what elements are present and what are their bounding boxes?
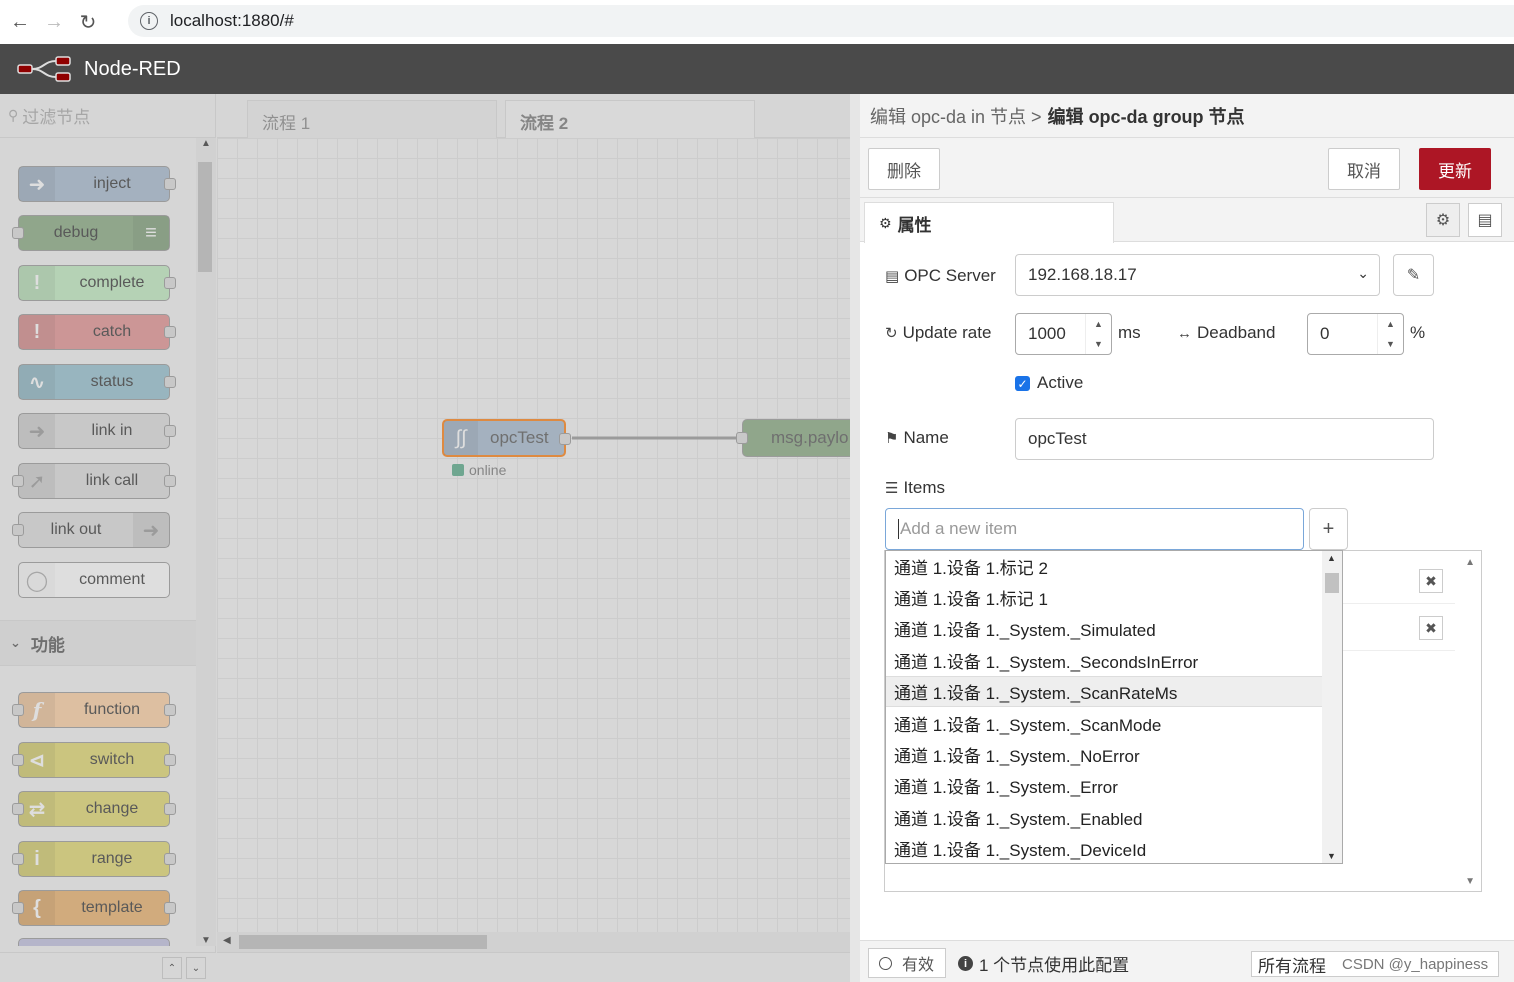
tray-toolbar: 删除 取消 更新 — [860, 138, 1514, 198]
usage-info: i 1 个节点使用此配置 — [958, 951, 1129, 976]
enabled-label: 有效 — [902, 957, 935, 974]
update-button[interactable]: 更新 — [1419, 148, 1491, 190]
update-rate-unit: ms — [1118, 323, 1141, 342]
scroll-up-icon[interactable]: ▲ — [1327, 553, 1336, 563]
spin-down-icon[interactable]: ▼ — [1386, 339, 1395, 349]
usage-text: 1 个节点使用此配置 — [979, 956, 1130, 975]
app-header: Node-RED — [0, 44, 1514, 94]
reload-icon[interactable]: ↻ — [74, 8, 102, 36]
tray-breadcrumb: 编辑 opc-da in 节点 > 编辑 opc-da group 节点 — [860, 94, 1514, 138]
dropdown-option[interactable]: 通道 1.设备 1._System._ScanMode — [886, 708, 1323, 739]
dropdown-option[interactable]: 通道 1.设备 1._System._SecondsInError — [886, 645, 1323, 676]
opc-server-label-text: OPC Server — [904, 266, 996, 285]
arrows-horizontal-icon: ↔ — [1177, 324, 1192, 342]
opc-server-value: 192.168.18.17 — [1028, 265, 1137, 284]
add-item-plus-icon[interactable]: + — [1309, 508, 1348, 550]
deadband-unit: % — [1410, 323, 1426, 342]
active-checkbox[interactable]: ✓ — [1015, 376, 1030, 391]
site-info-icon[interactable]: i — [140, 12, 158, 30]
spin-down-icon[interactable]: ▼ — [1094, 339, 1103, 349]
scope-select[interactable]: 所有流程 CSDN @y_happiness — [1251, 951, 1499, 977]
editor-background: ⚲ 过滤节点 ➜ inject debug ≡ ! complete ! cat… — [0, 94, 862, 982]
scroll-down-icon[interactable]: ▼ — [1327, 851, 1336, 861]
deadband-value: 0 — [1320, 324, 1330, 343]
spin-up-icon[interactable]: ▲ — [1386, 319, 1395, 329]
dropdown-option[interactable]: 通道 1.设备 1._System._Simulated — [886, 613, 1323, 644]
active-label: Active — [1037, 373, 1084, 392]
autocomplete-dropdown: 通道 1.设备 1.标记 2 通道 1.设备 1.标记 1 通道 1.设备 1.… — [885, 550, 1343, 864]
name-label: ⚑ Name — [885, 426, 949, 450]
remove-item-x-icon[interactable]: ✖ — [1419, 616, 1443, 640]
deadband-input[interactable]: 0 ▲ ▼ — [1307, 313, 1404, 355]
remove-item-x-icon[interactable]: ✖ — [1419, 569, 1443, 593]
enabled-toggle[interactable]: 有效 — [868, 948, 946, 978]
deadband-label-text: Deadband — [1197, 323, 1276, 342]
tag-icon: ⚑ — [885, 430, 899, 447]
dropdown-option[interactable]: 通道 1.设备 1._System._DeviceId — [886, 833, 1323, 863]
settings-gear-icon[interactable]: ⚙ — [1426, 203, 1460, 237]
gear-icon: ⚙ — [879, 214, 892, 231]
scroll-up-icon[interactable]: ▲ — [1465, 557, 1475, 568]
delete-button[interactable]: 删除 — [868, 148, 940, 190]
address-bar[interactable]: i localhost:1880/# — [128, 5, 1514, 37]
url-text: localhost:1880/# — [170, 11, 294, 30]
modal-shade — [0, 94, 850, 982]
name-value: opcTest — [1028, 429, 1087, 448]
new-item-input[interactable]: Add a new item — [885, 508, 1304, 550]
back-arrow-icon[interactable]: ← — [6, 8, 34, 36]
list-icon: ☰ — [885, 480, 899, 497]
forward-arrow-icon[interactable]: → — [40, 8, 68, 36]
update-rate-label: ↻ Update rate — [885, 321, 991, 345]
update-rate-value: 1000 — [1028, 324, 1066, 343]
dropdown-scrollbar[interactable]: ▲ ▼ — [1322, 551, 1342, 863]
chevron-down-icon: ⌄ — [1357, 265, 1369, 281]
name-label-text: Name — [903, 428, 949, 447]
tray-footer: 有效 i 1 个节点使用此配置 所有流程 CSDN @y_happiness — [860, 940, 1514, 982]
scope-value: 所有流程 — [1258, 956, 1326, 976]
breadcrumb-current: 编辑 opc-da group 节点 — [1047, 106, 1245, 127]
new-item-placeholder: Add a new item — [900, 519, 1018, 538]
tab-properties[interactable]: ⚙ 属性 — [864, 202, 1114, 243]
items-label-text: Items — [903, 478, 946, 497]
browser-toolbar: ← → ↻ i localhost:1880/# — [0, 0, 1514, 44]
app-title: Node-RED — [84, 57, 181, 80]
dropdown-option-highlighted[interactable]: 通道 1.设备 1._System._ScanRateMs — [886, 676, 1323, 707]
node-red-logo-icon — [17, 56, 71, 82]
update-rate-input[interactable]: 1000 ▲ ▼ — [1015, 313, 1112, 355]
update-rate-spinner[interactable]: ▲ ▼ — [1085, 314, 1111, 354]
spin-up-icon[interactable]: ▲ — [1094, 319, 1103, 329]
breadcrumb-parent[interactable]: 编辑 opc-da in 节点 > — [870, 103, 1042, 129]
name-input[interactable]: opcTest — [1015, 418, 1434, 460]
dropdown-option[interactable]: 通道 1.设备 1._System._Enabled — [886, 802, 1323, 833]
circle-icon — [879, 956, 892, 970]
deadband-label: ↔ Deadband — [1177, 321, 1275, 345]
dropdown-option[interactable]: 通道 1.设备 1.标记 1 — [886, 582, 1323, 613]
opc-server-label: ▤ OPC Server — [885, 264, 996, 288]
tab-properties-label: 属性 — [897, 215, 932, 235]
scrollbar-thumb[interactable] — [1325, 573, 1339, 593]
dropdown-option[interactable]: 通道 1.设备 1._System._Error — [886, 770, 1323, 801]
info-circle-icon: i — [958, 956, 973, 971]
description-doc-icon[interactable]: ▤ — [1468, 203, 1502, 237]
update-rate-label-text: Update rate — [902, 323, 992, 342]
items-label: ☰ Items — [885, 476, 945, 500]
text-cursor — [898, 519, 899, 539]
deadband-spinner[interactable]: ▲ ▼ — [1377, 314, 1403, 354]
edit-server-pencil-icon[interactable]: ✎ — [1393, 254, 1434, 296]
scroll-down-icon[interactable]: ▼ — [1465, 876, 1475, 887]
watermark-text: CSDN @y_happiness — [1342, 955, 1489, 973]
dropdown-option[interactable]: 通道 1.设备 1.标记 2 — [886, 551, 1323, 582]
opc-server-select[interactable]: 192.168.18.17 ⌄ — [1015, 254, 1380, 296]
tray-tabs: ⚙ 属性 ⚙ ▤ — [860, 198, 1514, 243]
cancel-button[interactable]: 取消 — [1328, 148, 1400, 190]
dropdown-option[interactable]: 通道 1.设备 1._System._NoError — [886, 739, 1323, 770]
server-icon: ▤ — [885, 268, 900, 285]
refresh-icon: ↻ — [885, 325, 898, 342]
